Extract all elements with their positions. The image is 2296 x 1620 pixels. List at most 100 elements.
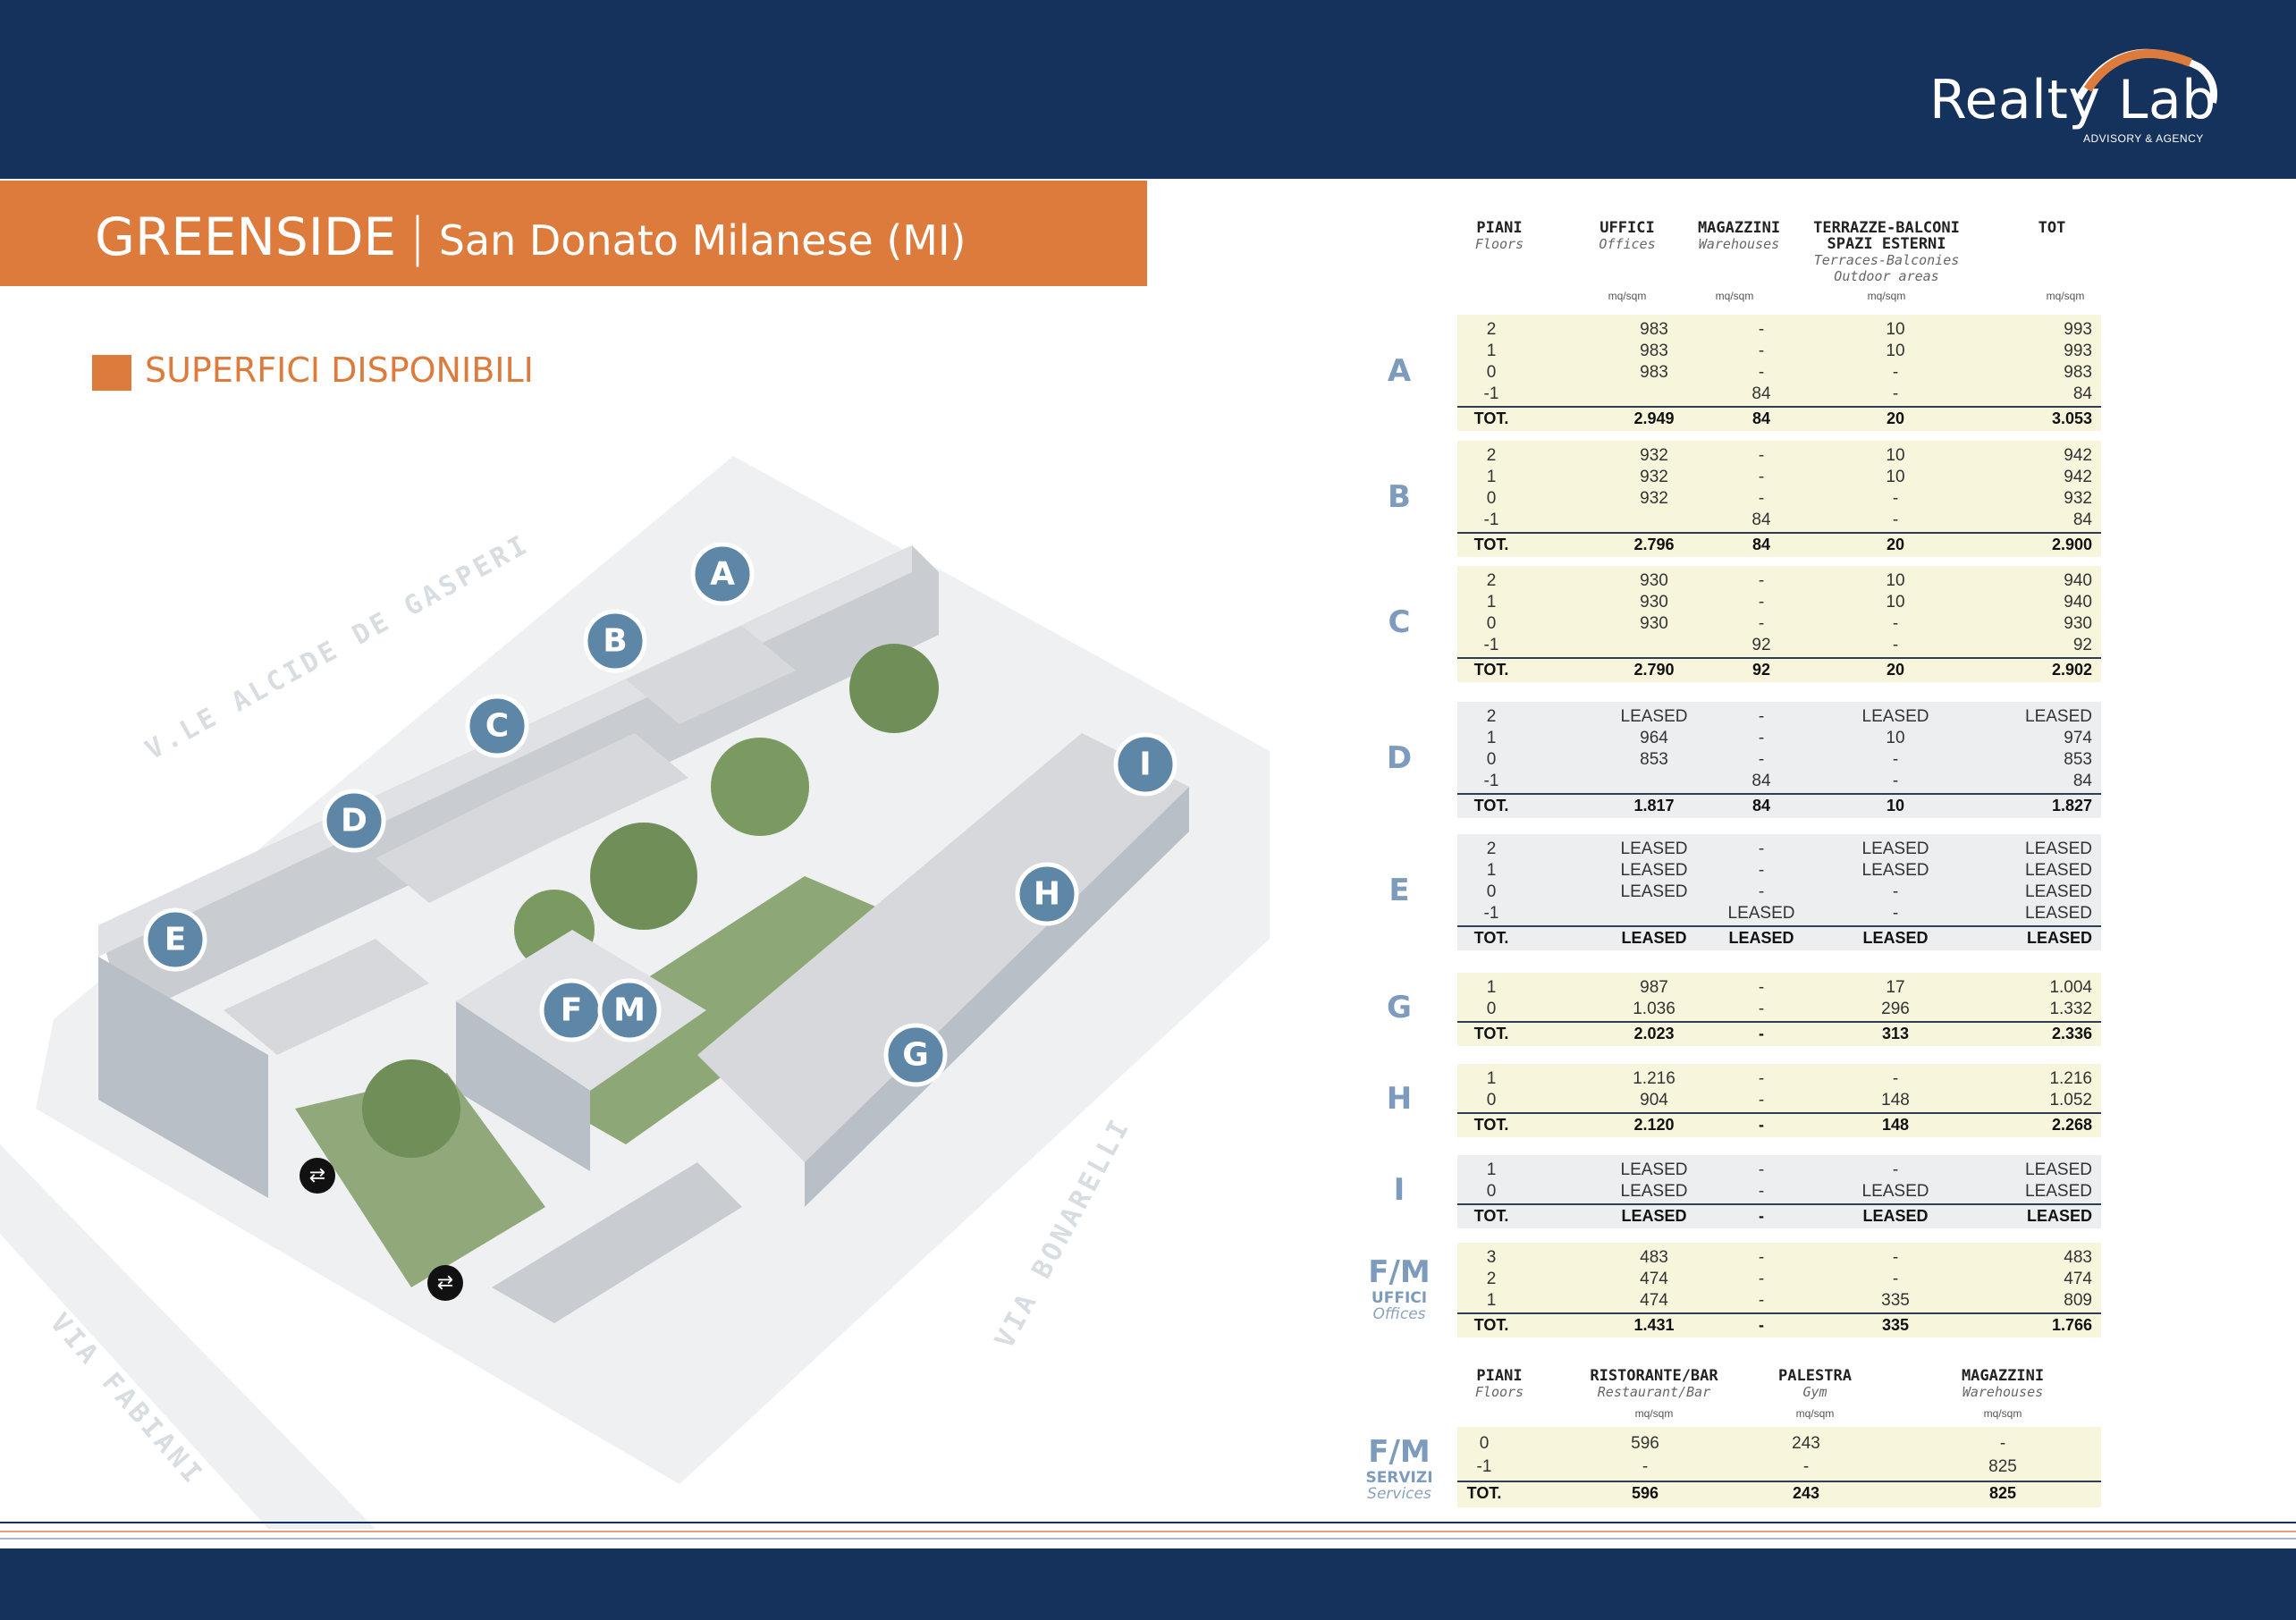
table-cell: 84 [2072, 510, 2092, 529]
services-cell: 243 [1792, 1484, 1820, 1502]
services-label: F/M SERVIZI Services [1363, 1434, 1435, 1502]
table-cell: 1.036 [1633, 1000, 1676, 1018]
svg-text:H: H [1034, 876, 1060, 913]
footer-line [0, 1522, 2296, 1523]
total-cell: TOT. [1473, 1207, 1509, 1225]
realty-lab-logo: Realty Lab ADVISORY & AGENCY [1904, 27, 2226, 152]
block-label: C [1363, 604, 1435, 640]
table-cell: 483 [1640, 1248, 1668, 1267]
svg-text:⇄: ⇄ [437, 1272, 453, 1295]
table-cell: - [1892, 772, 1899, 790]
table-cell: 904 [1640, 1091, 1668, 1110]
table-cell: 1 [1486, 1069, 1497, 1088]
table-cell: - [1892, 904, 1899, 923]
table-cell: - [1758, 1270, 1765, 1288]
table-cell: - [1758, 571, 1765, 590]
marker-m[interactable]: M [597, 978, 662, 1042]
services-unit-palestra: mq/sqm [1795, 1407, 1835, 1420]
services-header-palestra: PALESTRA Gym [1778, 1367, 1852, 1400]
table-cell: 2 [1486, 446, 1497, 465]
services-header-magazzini: MAGAZZINI Warehouses [1961, 1367, 2045, 1400]
table-cell: LEASED [1727, 904, 1795, 923]
title-separator: | [409, 207, 426, 267]
table-cell: 932 [1640, 489, 1668, 508]
total-divider [1457, 1021, 2101, 1023]
table-cell: -1 [1483, 510, 1499, 529]
table-cell: - [1758, 840, 1765, 858]
table-cell: 1.216 [1633, 1069, 1676, 1088]
block-label-en: Offices [1372, 1305, 1426, 1323]
total-cell: 335 [1881, 1316, 1910, 1334]
total-cell: 313 [1881, 1025, 1910, 1042]
table-cell: 1.052 [2049, 1091, 2092, 1110]
table-cell: 983 [1640, 342, 1668, 360]
logo-subtitle: ADVISORY & AGENCY [2083, 132, 2204, 145]
table-total-row: TOT. 2.120 - 148 2.268 [1457, 1116, 2101, 1137]
svg-text:E: E [165, 922, 187, 958]
table-cell: - [1758, 363, 1765, 382]
total-cell: LEASED [1862, 1207, 1929, 1225]
block-label-text: F/M [1368, 1254, 1431, 1290]
table-row: -1 92 - 92 [1457, 636, 2101, 657]
svg-text:M: M [613, 992, 646, 1029]
block-label-text: H [1386, 1081, 1413, 1117]
marker-f[interactable]: F [539, 978, 604, 1042]
table-cell: 2 [1486, 707, 1497, 726]
total-cell: 92 [1752, 661, 1771, 679]
table-cell: - [1758, 1248, 1765, 1267]
marker-e[interactable]: E [143, 907, 207, 972]
table-cell: LEASED [2025, 861, 2092, 880]
marker-i[interactable]: I [1113, 732, 1178, 797]
table-cell: 1 [1486, 468, 1497, 486]
services-cell: - [1802, 1457, 1810, 1476]
block-label-text: D [1386, 740, 1413, 776]
table-row: 2 930 - 10 940 [1457, 571, 2101, 593]
marker-h[interactable]: H [1015, 862, 1079, 926]
table-cell: 964 [1640, 729, 1668, 747]
table-cell: 84 [2072, 384, 2092, 403]
table-cell: LEASED [1861, 1182, 1929, 1201]
total-cell: TOT. [1473, 1316, 1509, 1334]
services-cell: - [1999, 1434, 2006, 1453]
block-fm-rows: 3 483- -483 2 474- -474 1 474-335 809 TOT. 1.431-3… [1457, 1243, 2101, 1337]
block-label: B [1363, 479, 1435, 515]
table-cell: 84 [1752, 772, 1771, 790]
block-label: H [1363, 1081, 1435, 1117]
header-piani: PIANI Floors [1474, 219, 1524, 252]
total-cell: 1.817 [1633, 797, 1675, 814]
table-row: 0 853 - - 853 [1457, 750, 2101, 772]
unit-magazzini: mq/sqm [1715, 290, 1754, 302]
marker-d[interactable]: D [322, 789, 386, 853]
services-cell: 825 [1988, 1484, 2017, 1502]
total-cell: 2.949 [1633, 409, 1675, 427]
services-row: 0 596 243 - [1457, 1434, 2101, 1455]
table-row: 2 LEASED - LEASED LEASED [1457, 840, 2101, 861]
total-cell: 10 [1886, 797, 1905, 814]
table-row: 0 983 - - 983 [1457, 363, 2101, 384]
table-cell: 983 [2064, 363, 2092, 382]
services-label-label-sub: SERVIZI [1365, 1469, 1433, 1487]
table-cell: 930 [2064, 614, 2092, 633]
services-total-row: TOT. 596 243 825 [1457, 1484, 2101, 1506]
total-cell: 1.431 [1633, 1316, 1675, 1334]
header-magazzini: MAGAZZINI Warehouses [1697, 219, 1781, 252]
table-row: 1 LEASED - - LEASED [1457, 1160, 2101, 1182]
table-cell: 2 [1486, 320, 1497, 339]
table-cell: - [1758, 468, 1765, 486]
marker-g[interactable]: G [883, 1023, 948, 1087]
services-cell: 825 [1988, 1457, 2017, 1476]
total-cell: 2.336 [2051, 1025, 2092, 1042]
marker-c[interactable]: C [465, 694, 529, 758]
footer-band [0, 1548, 2296, 1620]
table-row: 1 1.216 - - 1.216 [1457, 1069, 2101, 1091]
marker-b[interactable]: B [583, 609, 647, 673]
table-cell: - [1758, 882, 1765, 901]
total-cell: 2.023 [1633, 1025, 1675, 1042]
section-square-icon [92, 355, 131, 391]
table-cell: - [1758, 1000, 1765, 1018]
block-label-text: A [1387, 353, 1412, 389]
marker-a[interactable]: A [690, 542, 755, 606]
table-cell: 0 [1486, 1000, 1497, 1018]
table-cell: 1 [1486, 1160, 1497, 1179]
header-tot: TOT [2038, 219, 2066, 237]
